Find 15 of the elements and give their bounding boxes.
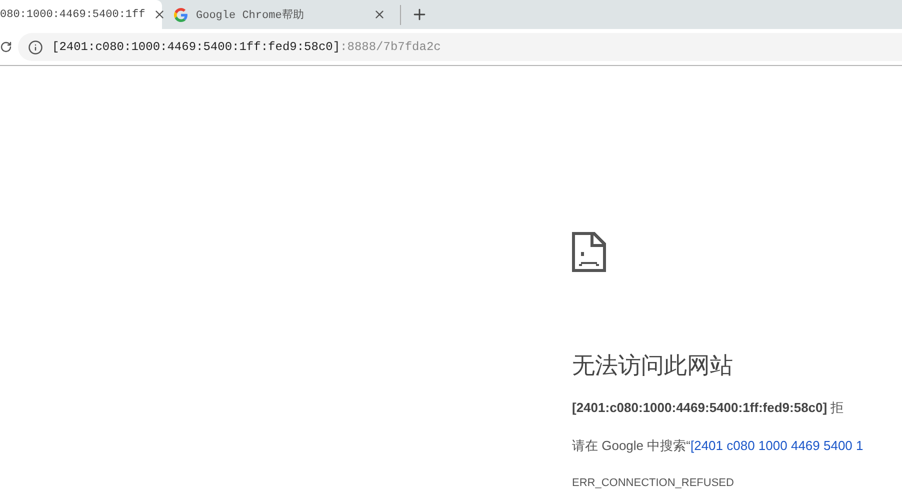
- google-g-icon: [174, 8, 188, 22]
- close-icon[interactable]: [153, 8, 166, 21]
- error-heading: 无法访问此网站: [572, 352, 734, 381]
- error-code: ERR_CONNECTION_REFUSED: [572, 477, 735, 489]
- sad-page-icon: [572, 232, 606, 272]
- error-message: [2401:c080:1000:4469:5400:1ff:fed9:58c0] 拒: [572, 399, 845, 417]
- new-tab-icon[interactable]: [411, 6, 428, 23]
- info-icon[interactable]: [28, 40, 43, 54]
- search-suggestion: 请在 Google 中搜索“[2401 c080 1000 4469 5400 1: [572, 437, 864, 455]
- search-link[interactable]: [2401 c080 1000 4469 5400 1: [690, 438, 864, 453]
- reload-icon[interactable]: [0, 41, 12, 53]
- close-icon[interactable]: [373, 8, 386, 21]
- browser-tab[interactable]: Google Chrome帮助: [162, 0, 394, 29]
- address-bar[interactable]: [2401:c080:1000:4469:5400:1ff:fed9:58c0]:8888/7b7fda2c: [18, 33, 902, 61]
- browser-tab[interactable]: 080:1000:4469:5400:1ff: [0, 0, 162, 29]
